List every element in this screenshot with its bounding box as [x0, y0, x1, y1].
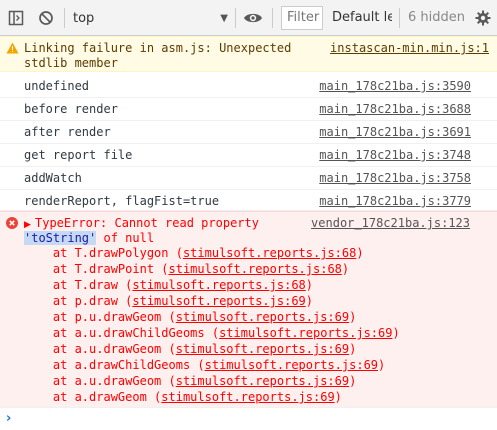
- stack-frame: at a.drawGeom (stimulsoft.reports.js:69): [24, 390, 342, 405]
- warning-icon: [6, 42, 19, 54]
- toolbar-divider: [399, 8, 400, 28]
- console-error-message: ▶ TypeError: Cannot read property vendor…: [0, 211, 497, 408]
- toolbar-divider: [64, 8, 65, 28]
- stack-frame-link[interactable]: stimulsoft.reports.js:69: [219, 326, 392, 340]
- log-source-link[interactable]: main_178c21ba.js:3748: [319, 148, 471, 163]
- hidden-messages-count: 6 hidden: [408, 10, 465, 25]
- log-text: get report file: [24, 148, 133, 162]
- stack-frame-close: ): [349, 342, 357, 356]
- stack-frame: at p.u.drawGeom (stimulsoft.reports.js:6…: [24, 310, 356, 325]
- stack-frame: at p.draw (stimulsoft.reports.js:69): [24, 294, 313, 309]
- stack-frame-link[interactable]: stimulsoft.reports.js:68: [169, 262, 342, 276]
- error-icon: [6, 217, 18, 233]
- stack-frame-label: at T.draw (: [24, 278, 133, 292]
- log-source-link[interactable]: main_178c21ba.js:3688: [319, 102, 471, 117]
- stack-frame-close: ): [334, 390, 342, 404]
- stack-frame-label: at T.drawPoint (: [24, 262, 169, 276]
- stack-frame-label: at T.drawPolygon (: [24, 246, 183, 260]
- settings-gear-icon[interactable]: [475, 10, 491, 30]
- log-source-link[interactable]: main_178c21ba.js:3779: [319, 194, 471, 209]
- prompt-chevron-icon: ›: [6, 411, 12, 426]
- stack-frame: at a.drawChildGeoms (stimulsoft.reports.…: [24, 358, 385, 373]
- error-message-line1: TypeError: Cannot read property: [35, 216, 259, 230]
- stack-frame-link[interactable]: stimulsoft.reports.js:69: [205, 358, 378, 372]
- sidebar-toggle-icon[interactable]: [8, 10, 24, 30]
- toolbar-divider: [272, 8, 273, 28]
- console-toolbar: top ▼ Filter Default le 6 hidden: [0, 0, 497, 36]
- console-log-message: undefined main_178c21ba.js:3590: [0, 75, 497, 98]
- error-source-link[interactable]: vendor_178c21ba.js:123: [311, 216, 470, 231]
- stack-frame-label: at a.drawChildGeoms (: [24, 358, 205, 372]
- eye-icon[interactable]: [243, 11, 263, 29]
- console-warning-message: Linking failure in asm.js: Unexpected st…: [0, 36, 497, 72]
- log-text: before render: [24, 102, 118, 116]
- console-log-message: before render main_178c21ba.js:3688: [0, 98, 497, 121]
- stack-frame: at a.u.drawGeom (stimulsoft.reports.js:6…: [24, 374, 356, 389]
- stack-frame-link[interactable]: stimulsoft.reports.js:69: [176, 342, 349, 356]
- log-text: addWatch: [24, 171, 82, 185]
- stack-frame-close: ): [305, 278, 313, 292]
- stack-frame-label: at a.drawGeom (: [24, 390, 162, 404]
- error-message-line2: 'toString' of null: [24, 231, 154, 246]
- stack-frame-label: at a.u.drawChildGeoms (: [24, 326, 220, 340]
- log-source-link[interactable]: main_178c21ba.js:3590: [319, 79, 471, 94]
- stack-frame: at a.u.drawChildGeoms (stimulsoft.report…: [24, 326, 400, 341]
- stack-frame-link[interactable]: stimulsoft.reports.js:68: [183, 246, 356, 260]
- log-source-link[interactable]: main_178c21ba.js:3691: [319, 125, 471, 140]
- stack-frame: at T.draw (stimulsoft.reports.js:68): [24, 278, 313, 293]
- warning-text-line1: Linking failure in asm.js: Unexpected: [24, 41, 292, 55]
- stack-frame: at a.u.drawGeom (stimulsoft.reports.js:6…: [24, 342, 356, 357]
- highlighted-property: 'toString': [24, 231, 97, 245]
- stack-frame-close: ): [356, 246, 364, 260]
- context-select-value: top: [73, 10, 95, 26]
- console-prompt[interactable]: ›: [0, 408, 497, 430]
- stack-frame-link[interactable]: stimulsoft.reports.js:69: [161, 390, 334, 404]
- stack-frame-close: ): [349, 374, 357, 388]
- log-text: undefined: [24, 79, 90, 93]
- log-source-link[interactable]: main_178c21ba.js:3758: [319, 171, 471, 186]
- stack-frame-label: at p.u.drawGeom (: [24, 310, 176, 324]
- console-log-message: renderReport, flagFist=true main_178c21b…: [0, 190, 497, 211]
- stack-frame-close: ): [378, 358, 386, 372]
- warning-source-link[interactable]: instascan-min.min.js:1: [330, 41, 489, 56]
- clear-console-icon[interactable]: [38, 10, 54, 30]
- console-log-message: after render main_178c21ba.js:3691: [0, 121, 497, 144]
- stack-frame: at T.drawPoint (stimulsoft.reports.js:68…: [24, 262, 349, 277]
- stack-frame: at T.drawPolygon (stimulsoft.reports.js:…: [24, 246, 364, 261]
- stack-frame-label: at a.u.drawGeom (: [24, 374, 176, 388]
- stack-frame-label: at a.u.drawGeom (: [24, 342, 176, 356]
- stack-frame-link[interactable]: stimulsoft.reports.js:69: [176, 310, 349, 324]
- stack-frame-close: ): [305, 294, 313, 308]
- console-log-message: addWatch main_178c21ba.js:3758: [0, 167, 497, 190]
- chevron-down-icon: ▼: [220, 12, 228, 24]
- context-select[interactable]: top ▼: [73, 7, 231, 29]
- stack-frame-close: ): [392, 326, 400, 340]
- log-level-select[interactable]: Default le: [332, 10, 392, 25]
- error-message-rest: of null: [96, 231, 155, 245]
- stack-frame-close: ): [341, 262, 350, 276]
- toolbar-divider: [235, 8, 236, 28]
- log-text: after render: [24, 125, 111, 139]
- stack-frame-link[interactable]: stimulsoft.reports.js:69: [176, 374, 349, 388]
- stack-frame-link[interactable]: stimulsoft.reports.js:68: [132, 278, 305, 292]
- log-text: renderReport, flagFist=true: [24, 194, 220, 208]
- warning-text-line2: stdlib member: [24, 56, 118, 70]
- console-log-message: get report file main_178c21ba.js:3748: [0, 144, 497, 167]
- filter-input[interactable]: Filter: [281, 6, 323, 30]
- stack-frame-close: ): [349, 310, 357, 324]
- stack-frame-label: at p.draw (: [24, 294, 133, 308]
- stack-frame-link[interactable]: stimulsoft.reports.js:69: [132, 294, 305, 308]
